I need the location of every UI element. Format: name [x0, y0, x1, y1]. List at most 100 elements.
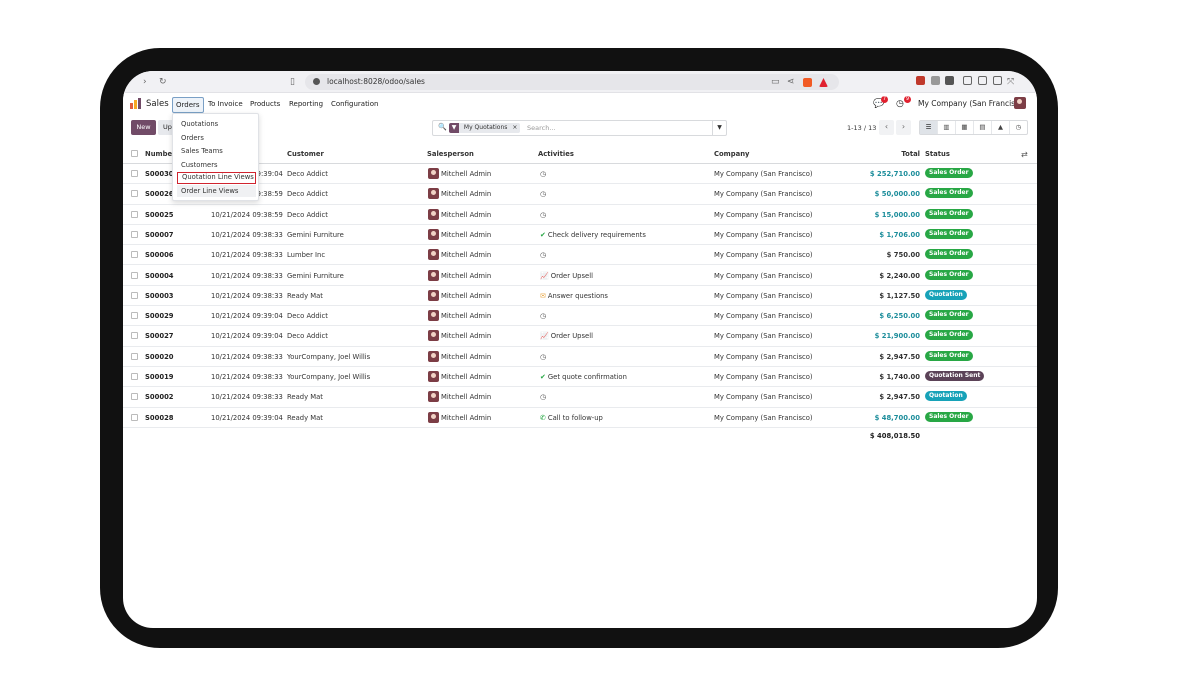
col-customer[interactable]: Customer	[287, 149, 324, 159]
row-checkbox[interactable]	[131, 312, 138, 320]
table-row[interactable]: S00007 10/21/2024 09:38:33 Gemini Furnitur…	[123, 224, 1037, 246]
search-bar[interactable]: 🔍 ▼ My Quotations × Search... ▼	[432, 120, 727, 136]
site-info-icon[interactable]	[313, 78, 320, 85]
col-activities[interactable]: Activities	[538, 149, 574, 159]
bookmark-icon[interactable]: ▯	[290, 76, 295, 88]
table-row[interactable]: S0002610/21/2024 09:38:59Deco AddictMitc…	[123, 184, 1037, 205]
menu-to-invoice[interactable]: To Invoice	[205, 97, 246, 111]
menu-reporting[interactable]: Reporting	[286, 97, 326, 111]
reload-icon[interactable]: ↻	[159, 76, 167, 88]
chart-icon[interactable]: 📈	[540, 332, 549, 340]
clock-icon[interactable]: ◷	[540, 170, 546, 178]
extension-icon[interactable]	[916, 76, 925, 85]
activity-cell[interactable]: ◷	[540, 352, 548, 362]
calendar-view-icon[interactable]: ▦	[956, 121, 974, 134]
optional-columns-icon[interactable]: ⇄	[1021, 150, 1028, 159]
row-checkbox[interactable]	[131, 271, 138, 279]
table-row[interactable]: S0003010/21/2024 09:39:04Deco AddictMitc…	[123, 164, 1037, 185]
row-checkbox[interactable]	[131, 190, 138, 198]
pager-previous-icon[interactable]: ‹	[879, 120, 894, 135]
row-checkbox[interactable]	[131, 373, 138, 380]
row-checkbox[interactable]	[131, 291, 138, 299]
activity-cell[interactable]: ✔ Get quote confirmation	[540, 372, 627, 382]
menu-orders[interactable]: Orders	[172, 97, 204, 113]
row-checkbox[interactable]	[131, 251, 138, 259]
dropdown-item-orders[interactable]: Orders	[177, 132, 256, 144]
graph-view-icon[interactable]: ▲	[992, 121, 1010, 134]
table-row[interactable]: S00002 10/21/2024 09:38:33 Ready Mat Mitche…	[123, 387, 1037, 408]
activity-cell[interactable]: ◷	[540, 250, 548, 260]
menu-products[interactable]: Products	[247, 97, 283, 111]
brave-shield-icon[interactable]	[803, 78, 812, 87]
envelope-icon[interactable]: ✉	[540, 292, 546, 300]
dropdown-item-sales-teams[interactable]: Sales Teams	[177, 145, 256, 157]
extension-icon[interactable]	[963, 76, 972, 85]
forward-icon[interactable]: ›	[143, 76, 147, 88]
extension-icon[interactable]	[931, 76, 940, 85]
select-all-checkbox[interactable]	[131, 150, 138, 157]
col-company[interactable]: Company	[714, 149, 749, 159]
row-checkbox[interactable]	[131, 332, 138, 340]
row-checkbox[interactable]	[131, 413, 138, 421]
row-checkbox[interactable]	[131, 170, 138, 177]
activity-cell[interactable]: ◷	[540, 189, 548, 199]
clock-icon[interactable]: ◷	[540, 190, 546, 198]
check-icon[interactable]: ✔	[540, 231, 546, 239]
sales-app-icon[interactable]	[130, 98, 142, 109]
user-avatar[interactable]	[1014, 97, 1026, 109]
clock-icon[interactable]: ◷	[540, 353, 546, 361]
activities-icon[interactable]: ◷	[896, 98, 904, 110]
address-bar[interactable]: localhost:8028/odoo/sales ▭ ⋖	[305, 74, 839, 90]
col-salesperson[interactable]: Salesperson	[427, 149, 474, 159]
activity-cell[interactable]: ✉ Answer questions	[540, 291, 608, 301]
chart-icon[interactable]: 📈	[540, 272, 549, 280]
table-row[interactable]: S00027 10/21/2024 09:39:04 Deco Addict Mitc…	[123, 326, 1037, 347]
table-row[interactable]: S00019 10/21/2024 09:38:33 YourCompany, Jo…	[123, 367, 1037, 388]
app-name[interactable]: Sales	[146, 98, 169, 110]
activity-cell[interactable]: ◷	[540, 311, 548, 321]
activity-cell[interactable]: ✆ Call to follow-up	[540, 413, 603, 423]
kanban-view-icon[interactable]: ▥	[938, 121, 956, 134]
table-row[interactable]: S00006 10/21/2024 09:38:33 Lumber Inc Mitch…	[123, 245, 1037, 266]
clock-icon[interactable]: ◷	[540, 393, 546, 401]
table-row[interactable]: S00004 10/21/2024 09:38:33 Gemini Furnitur…	[123, 265, 1037, 286]
clock-icon[interactable]: ◷	[540, 312, 546, 320]
activity-cell[interactable]: 📈 Order Upsell	[540, 331, 593, 341]
clock-icon[interactable]: ◷	[540, 251, 546, 259]
table-row[interactable]: S00003 10/21/2024 09:38:33 Ready Mat Mitche…	[123, 285, 1037, 307]
dropdown-item-quotations[interactable]: Quotations	[177, 118, 256, 130]
search-input[interactable]: Search...	[527, 123, 556, 134]
facet-remove-icon[interactable]: ×	[512, 124, 520, 131]
rewards-icon[interactable]	[819, 78, 828, 87]
col-number[interactable]: Number	[145, 149, 175, 159]
activity-cell[interactable]: ◷	[540, 210, 548, 220]
share-icon[interactable]: ⋖	[787, 76, 795, 88]
table-row[interactable]: S00020 10/21/2024 09:38:33 YourCompany, Jo…	[123, 346, 1037, 367]
list-view-icon[interactable]: ☰	[920, 121, 938, 134]
new-button[interactable]: New	[131, 120, 156, 135]
company-switcher[interactable]: My Company (San Francisco)	[918, 98, 1027, 110]
cast-icon[interactable]: ▭	[771, 76, 780, 88]
table-row[interactable]: S00029 10/21/2024 09:39:04 Deco Addict Mitc…	[123, 306, 1037, 327]
activity-cell[interactable]: ✔ Check delivery requirements	[540, 230, 646, 240]
pivot-view-icon[interactable]: ▤	[974, 121, 992, 134]
col-total[interactable]: Total	[840, 149, 920, 159]
wallet-icon[interactable]	[993, 76, 1002, 85]
row-checkbox[interactable]	[131, 210, 138, 218]
pager-next-icon[interactable]: ›	[896, 120, 911, 135]
phone-icon[interactable]: ✆	[540, 414, 546, 422]
menu-configuration[interactable]: Configuration	[328, 97, 381, 111]
row-checkbox[interactable]	[131, 352, 138, 360]
table-row[interactable]: S00028 10/21/2024 09:39:04 Ready Mat Mitche…	[123, 407, 1037, 428]
col-status[interactable]: Status	[925, 149, 950, 159]
dropdown-item-order-line-views[interactable]: Order Line Views	[177, 185, 256, 197]
activity-cell[interactable]: ◷	[540, 392, 548, 402]
dropdown-item-quotation-line-views[interactable]: Quotation Line Views	[177, 172, 256, 184]
vpn-icon[interactable]: ⤧	[1007, 76, 1014, 88]
pager-value[interactable]: 1-13 / 13	[847, 123, 876, 133]
search-dropdown-toggle[interactable]: ▼	[712, 121, 726, 135]
sidebar-icon[interactable]	[978, 76, 987, 85]
clock-icon[interactable]: ◷	[540, 211, 546, 219]
activity-cell[interactable]: ◷	[540, 169, 548, 179]
activity-view-icon[interactable]: ◷	[1010, 121, 1027, 134]
